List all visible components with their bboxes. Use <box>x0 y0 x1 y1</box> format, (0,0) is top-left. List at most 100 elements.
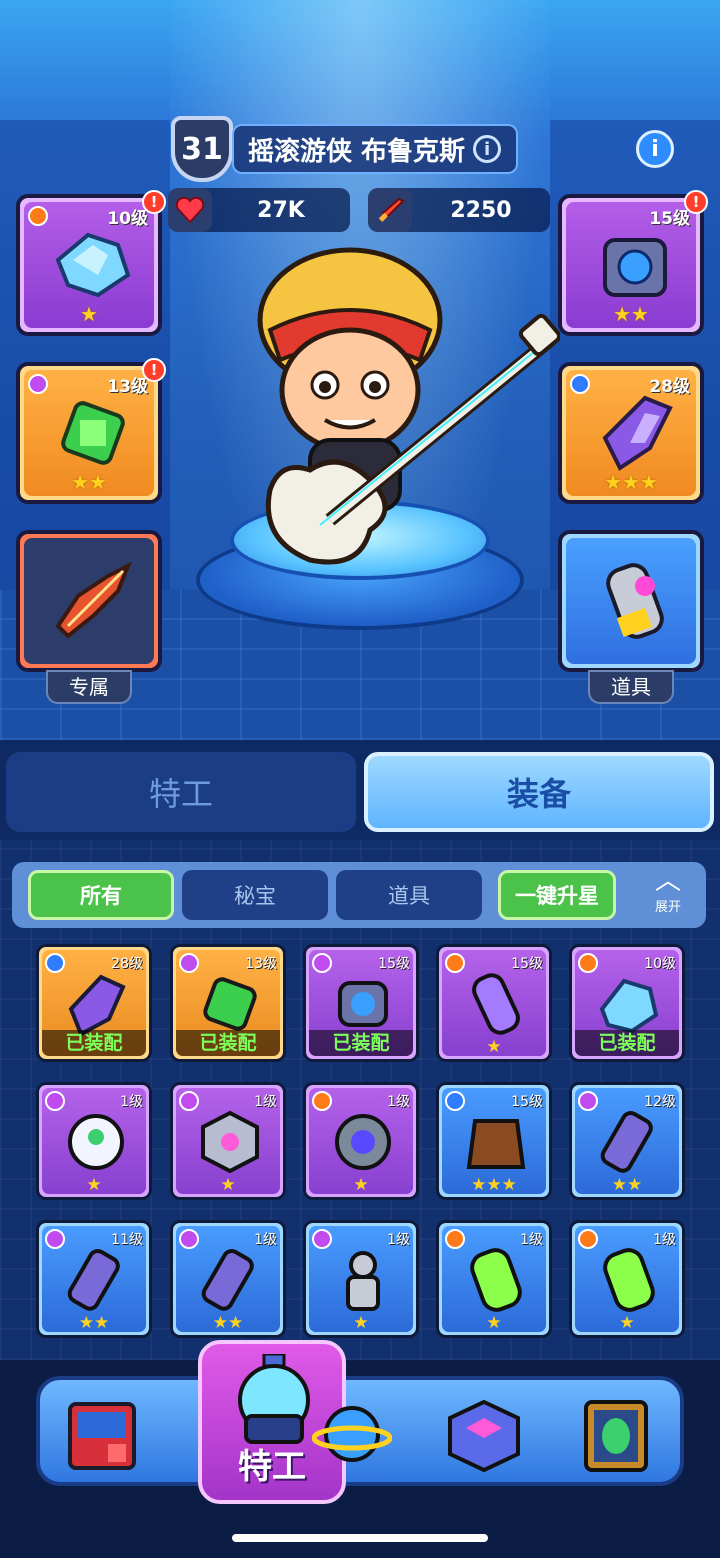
item-stars: ★★ <box>212 1313 244 1333</box>
tab-agent[interactable]: 特工 <box>6 752 356 832</box>
equipment-item[interactable]: 1级 ★ <box>303 1220 419 1338</box>
equipment-art-icon <box>67 1249 120 1311</box>
bottom-nav: 特工 <box>0 1340 720 1558</box>
equipment-item[interactable]: 1级 ★★ <box>170 1220 286 1338</box>
hero-character-image[interactable] <box>250 240 560 580</box>
slot-level: 28级 <box>649 377 690 397</box>
item-level: 1级 <box>387 1094 410 1110</box>
filter-all[interactable]: 所有 <box>28 870 174 920</box>
equipment-item[interactable]: 28级已装配 <box>36 944 152 1062</box>
equipment-item[interactable]: 1级 ★ <box>569 1220 685 1338</box>
ice-crystal-icon <box>55 232 131 298</box>
upgrade-all-button[interactable]: 一键升星 <box>498 870 616 920</box>
gem-card-icon[interactable] <box>576 1398 656 1474</box>
equipment-item[interactable]: 11级 ★★ <box>36 1220 152 1338</box>
item-stars: ★ <box>220 1175 236 1195</box>
item-level: 28级 <box>111 956 143 972</box>
crystal-shard-icon <box>602 395 673 471</box>
slot-level: 15级 <box>649 209 690 229</box>
item-level: 15级 <box>378 956 410 972</box>
equipment-art-icon <box>470 1248 522 1312</box>
equipment-item[interactable]: 1级 ★ <box>436 1220 552 1338</box>
exclusive-slot[interactable] <box>16 530 162 672</box>
item-level: 13级 <box>245 956 277 972</box>
equipment-art-icon <box>599 978 659 1034</box>
equip-slot-right-1[interactable]: 15级 ★★ ! <box>558 190 708 336</box>
equipped-label: 已装配 <box>42 1030 146 1056</box>
equipment-item[interactable]: 12级 ★★ <box>569 1082 685 1200</box>
expand-label: 展开 <box>654 900 681 915</box>
equipment-art-icon <box>335 1114 391 1170</box>
item-level: 1级 <box>120 1094 143 1110</box>
equipment-item[interactable]: 13级已装配 <box>170 944 286 1062</box>
agent-capsule-icon <box>238 1354 310 1444</box>
equip-slot-left-1[interactable]: 10级 ★ ! <box>16 190 166 336</box>
hp-stat: 27K <box>168 188 350 232</box>
item-level: 10级 <box>644 956 676 972</box>
equipment-art-icon <box>472 973 520 1035</box>
cube-icon[interactable] <box>444 1398 524 1474</box>
hero-level-badge: 31 <box>171 116 233 182</box>
equipment-art-icon <box>346 1251 380 1311</box>
shop-machine-icon[interactable] <box>62 1398 142 1474</box>
equip-slot-right-2[interactable]: 28级 ★★★ <box>558 362 704 504</box>
slot-stars: ★★★ <box>604 470 658 494</box>
sword-icon <box>368 188 412 232</box>
chevron-up-icon: ︿ <box>654 866 681 896</box>
equipment-art-icon <box>68 974 126 1037</box>
slot-stars: ★★ <box>613 302 649 326</box>
item-stars: ★ <box>486 1313 502 1333</box>
filter-items[interactable]: 道具 <box>336 870 482 920</box>
item-level: 1级 <box>254 1232 277 1248</box>
item-slot[interactable] <box>558 530 704 672</box>
item-level: 11级 <box>111 1232 143 1248</box>
item-level: 1级 <box>387 1232 410 1248</box>
alert-badge: ! <box>142 358 166 382</box>
info-icon[interactable]: i <box>636 130 674 168</box>
tab-equipment[interactable]: 装备 <box>364 752 714 832</box>
equipment-item[interactable]: 1级 ★ <box>303 1082 419 1200</box>
filter-secret[interactable]: 秘宝 <box>182 870 328 920</box>
equipment-item[interactable]: 10级 已装配 <box>569 944 685 1062</box>
gadget-canister-icon <box>606 563 664 639</box>
item-stars: ★ <box>486 1037 502 1057</box>
slot-stars: ★ <box>80 302 98 326</box>
equipment-item[interactable]: 15级 ★★★ <box>436 1082 552 1200</box>
nav-bar: 特工 <box>36 1340 684 1504</box>
hero-info-icon[interactable]: i <box>473 135 502 163</box>
main-tabs: 特工 装备 <box>0 740 720 840</box>
crystal-guitar-icon <box>55 561 132 639</box>
planet-icon[interactable] <box>312 1398 392 1474</box>
equipment-item[interactable]: 15级 ★ <box>436 944 552 1062</box>
filter-bar: 所有 秘宝 道具 一键升星 ︿ 展开 <box>12 862 706 928</box>
expand-button[interactable]: ︿ 展开 <box>636 866 700 924</box>
rarity-crown-icon <box>28 206 48 226</box>
equipment-art-icon <box>68 1114 124 1170</box>
rarity-gem-icon <box>28 374 48 394</box>
item-level: 15级 <box>511 1094 543 1110</box>
item-level: 1级 <box>653 1232 676 1248</box>
equipped-label: 已装配 <box>176 1030 280 1056</box>
equipment-list-panel: 所有 秘宝 道具 一键升星 ︿ 展开 28级 已装配 13级 已装配 15级 已装配 15级… <box>0 840 720 1360</box>
item-level: 1级 <box>520 1232 543 1248</box>
hero-scene: 31 摇滚游侠 布鲁克斯 i i 27K 2250 10级 ★ ! 13级 ★★… <box>0 0 720 740</box>
equipment-item[interactable]: 15级已装配 <box>303 944 419 1062</box>
slot-level: 13级 <box>107 377 148 397</box>
home-indicator[interactable] <box>232 1534 488 1542</box>
item-level: 15级 <box>511 956 543 972</box>
equipment-art-icon <box>201 1110 259 1174</box>
green-gem-device-icon <box>61 401 125 465</box>
equipped-label: 已装配 <box>309 1030 413 1056</box>
equipment-item[interactable]: 1级 ★ <box>170 1082 286 1200</box>
alert-badge: ! <box>142 190 166 214</box>
item-stars: ★★ <box>78 1313 110 1333</box>
equipment-art-icon <box>600 1111 653 1173</box>
item-stars: ★ <box>86 1175 102 1195</box>
equipment-item[interactable]: 1级 ★ <box>36 1082 152 1200</box>
item-stars: ★★ <box>611 1175 643 1195</box>
hero-name-bar: 摇滚游侠 布鲁克斯 i <box>232 124 518 174</box>
portal-core-icon <box>603 238 667 297</box>
alert-badge: ! <box>684 190 708 214</box>
hp-value: 27K <box>257 197 305 223</box>
equip-slot-left-2[interactable]: 13级 ★★ ! <box>16 358 166 504</box>
